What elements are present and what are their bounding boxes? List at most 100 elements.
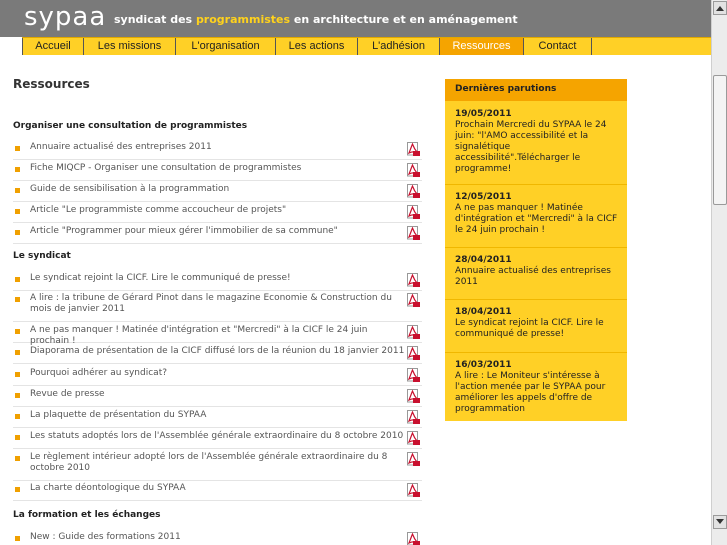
bullet-icon bbox=[15, 456, 20, 461]
pdf-icon[interactable] bbox=[407, 272, 420, 287]
panel-title: Dernières parutions bbox=[455, 84, 557, 94]
resource-item[interactable]: Le syndicat rejoint la CICF. Lire le com… bbox=[13, 271, 422, 291]
resource-link[interactable]: Article "Programmer pour mieux gérer l'i… bbox=[30, 226, 405, 237]
bullet-icon bbox=[15, 329, 20, 334]
resource-link[interactable]: La plaquette de présentation du SYPAA bbox=[30, 410, 405, 421]
bullet-icon bbox=[15, 372, 20, 377]
resource-link[interactable]: La charte déontologique du SYPAA bbox=[30, 483, 405, 494]
bullet-icon bbox=[15, 297, 20, 302]
resource-item[interactable]: Article "Programmer pour mieux gérer l'i… bbox=[13, 224, 422, 244]
bullet-icon bbox=[15, 350, 20, 355]
resource-link[interactable]: Fiche MIQCP - Organiser une consultation… bbox=[30, 163, 405, 174]
resource-item[interactable]: A ne pas manquer ! Matinée d'intégration… bbox=[13, 323, 422, 346]
resource-item[interactable]: Fiche MIQCP - Organiser une consultation… bbox=[13, 161, 422, 181]
news-link[interactable]: A ne pas manquer ! Matinée d'intégration… bbox=[455, 203, 619, 236]
resource-link[interactable]: Guide de sensibilisation à la programmat… bbox=[30, 184, 405, 195]
resource-item[interactable]: Pourquoi adhérer au syndicat? bbox=[13, 366, 422, 386]
bullet-icon bbox=[15, 188, 20, 193]
resource-item[interactable]: La plaquette de présentation du SYPAA bbox=[13, 408, 422, 428]
news-link[interactable]: A lire : Le Moniteur s'intéresse à l'act… bbox=[455, 371, 619, 415]
news-date: 18/04/2011 bbox=[455, 307, 512, 317]
resource-item[interactable]: Guide de sensibilisation à la programmat… bbox=[13, 182, 422, 202]
section-title: Le syndicat bbox=[13, 251, 71, 261]
news-item: 28/04/2011 Annuaire actualisé des entrepr… bbox=[455, 255, 619, 288]
bullet-icon bbox=[15, 209, 20, 214]
news-item: 12/05/2011 A ne pas manquer ! Matinée d'i… bbox=[455, 192, 619, 236]
resource-link[interactable]: A lire : la tribune de Gérard Pinot dans… bbox=[30, 293, 405, 315]
resource-item[interactable]: A lire : la tribune de Gérard Pinot dans… bbox=[13, 291, 422, 322]
nav-les-missions[interactable]: Les missions bbox=[84, 38, 176, 55]
news-divider bbox=[445, 299, 627, 300]
pdf-icon[interactable] bbox=[407, 141, 420, 156]
nav-adhesion[interactable]: L'adhésion bbox=[358, 38, 440, 55]
panel-header: Dernières parutions bbox=[445, 79, 627, 101]
resource-link[interactable]: Diaporama de présentation de la CICF dif… bbox=[30, 346, 405, 357]
news-date: 19/05/2011 bbox=[455, 109, 512, 119]
resource-link[interactable]: Le règlement intérieur adopté lors de l'… bbox=[30, 452, 405, 474]
pdf-icon[interactable] bbox=[407, 324, 420, 339]
news-date: 12/05/2011 bbox=[455, 192, 512, 202]
pdf-icon[interactable] bbox=[407, 409, 420, 424]
scroll-down-button[interactable] bbox=[713, 515, 727, 529]
tagline-prefix: syndicat des bbox=[114, 13, 196, 26]
news-date: 16/03/2011 bbox=[455, 360, 512, 370]
site-logo[interactable]: sypaa bbox=[24, 2, 106, 32]
resource-link[interactable]: Article "Le programmiste comme accoucheu… bbox=[30, 205, 405, 216]
bullet-icon bbox=[15, 487, 20, 492]
resource-link[interactable]: Le syndicat rejoint la CICF. Lire le com… bbox=[30, 273, 405, 284]
bullet-icon bbox=[15, 414, 20, 419]
resource-link[interactable]: Pourquoi adhérer au syndicat? bbox=[30, 368, 405, 379]
bullet-icon bbox=[15, 536, 20, 541]
pdf-icon[interactable] bbox=[407, 482, 420, 497]
bullet-icon bbox=[15, 277, 20, 282]
site-tagline: syndicat des programmistes en architectu… bbox=[114, 13, 518, 26]
pdf-icon[interactable] bbox=[407, 292, 420, 307]
bullet-icon bbox=[15, 393, 20, 398]
resource-link[interactable]: Les statuts adoptés lors de l'Assemblée … bbox=[30, 431, 405, 442]
scrollbar-thumb[interactable] bbox=[713, 75, 727, 205]
nav-accueil[interactable]: Accueil bbox=[22, 38, 84, 55]
resource-item[interactable]: Le règlement intérieur adopté lors de l'… bbox=[13, 450, 422, 481]
news-item: 18/04/2011 Le syndicat rejoint la CICF. L… bbox=[455, 307, 619, 340]
resource-link[interactable]: Revue de presse bbox=[30, 389, 405, 400]
pdf-icon[interactable] bbox=[407, 451, 420, 466]
pdf-icon[interactable] bbox=[407, 345, 420, 360]
site-header: sypaa syndicat des programmistes en arch… bbox=[0, 0, 711, 37]
latest-publications-panel: Dernières parutions 19/05/2011 Prochain M… bbox=[445, 79, 627, 421]
resource-item[interactable]: Article "Le programmiste comme accoucheu… bbox=[13, 203, 422, 223]
pdf-icon[interactable] bbox=[407, 162, 420, 177]
pdf-icon[interactable] bbox=[407, 204, 420, 219]
arrow-up-icon bbox=[716, 6, 724, 11]
bullet-icon bbox=[15, 167, 20, 172]
resource-link[interactable]: New : Guide des formations 2011 bbox=[30, 532, 405, 543]
nav-organisation[interactable]: L'organisation bbox=[176, 38, 276, 55]
news-link[interactable]: Prochain Mercredi du SYPAA le 24 juin: "… bbox=[455, 120, 619, 175]
resource-item[interactable]: Revue de presse bbox=[13, 387, 422, 407]
resource-item[interactable]: Annuaire actualisé des entreprises 2011 bbox=[13, 140, 422, 160]
pdf-icon[interactable] bbox=[407, 388, 420, 403]
news-item: 19/05/2011 Prochain Mercredi du SYPAA le … bbox=[455, 109, 619, 175]
news-divider bbox=[445, 247, 627, 248]
section-title: Organiser une consultation de programmis… bbox=[13, 121, 248, 131]
news-link[interactable]: Annuaire actualisé des entreprises 2011 bbox=[455, 266, 619, 288]
resource-item[interactable]: New : Guide des formations 2011 bbox=[13, 530, 422, 545]
news-divider bbox=[445, 184, 627, 185]
nav-les-actions[interactable]: Les actions bbox=[276, 38, 358, 55]
news-item: 16/03/2011 A lire : Le Moniteur s'intéres… bbox=[455, 360, 619, 415]
nav-contact[interactable]: Contact bbox=[524, 38, 592, 55]
pdf-icon[interactable] bbox=[407, 367, 420, 382]
resource-item[interactable]: La charte déontologique du SYPAA bbox=[13, 481, 422, 501]
news-date: 28/04/2011 bbox=[455, 255, 512, 265]
resource-link[interactable]: Annuaire actualisé des entreprises 2011 bbox=[30, 142, 405, 153]
news-link[interactable]: Le syndicat rejoint la CICF. Lire le com… bbox=[455, 318, 619, 340]
pdf-icon[interactable] bbox=[407, 183, 420, 198]
pdf-icon[interactable] bbox=[407, 430, 420, 445]
pdf-icon[interactable] bbox=[407, 225, 420, 240]
resource-item[interactable]: Les statuts adoptés lors de l'Assemblée … bbox=[13, 429, 422, 449]
pdf-icon[interactable] bbox=[407, 531, 420, 545]
scroll-up-button[interactable] bbox=[713, 1, 727, 15]
resource-item[interactable]: Diaporama de présentation de la CICF dif… bbox=[13, 344, 422, 364]
vertical-scrollbar[interactable] bbox=[711, 0, 727, 545]
news-divider bbox=[445, 352, 627, 353]
nav-ressources[interactable]: Ressources bbox=[440, 38, 524, 55]
